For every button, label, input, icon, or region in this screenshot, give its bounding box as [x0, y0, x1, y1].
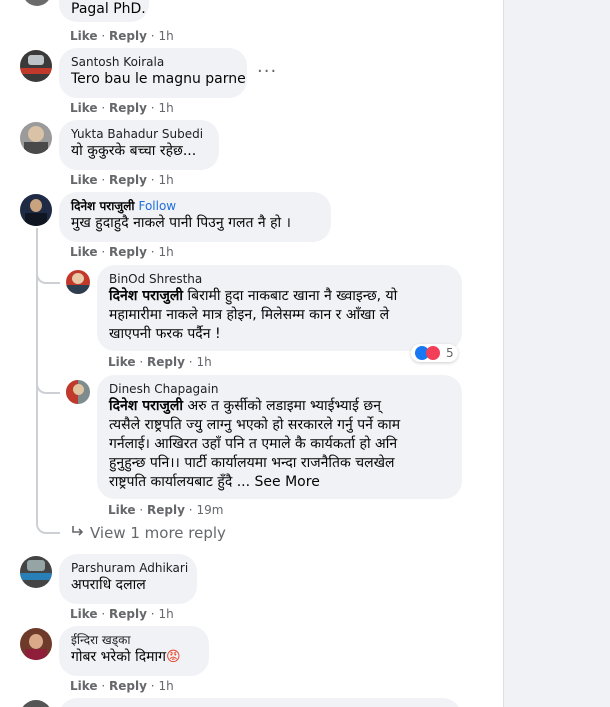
avatar[interactable]	[20, 50, 52, 82]
love-reaction-icon	[426, 346, 440, 360]
reaction-count: 5	[446, 346, 454, 360]
reply-text: त्यसैले राष्ट्रपति ज्यु लाग्नु भएको हो स…	[109, 417, 401, 433]
reply-bubble: Dinesh Chapagain दिनेश पराजुली अरु त कुर…	[97, 375, 462, 499]
reply-link[interactable]: Reply	[109, 29, 147, 43]
comment-bubble: Pagal PhD.	[59, 0, 149, 22]
like-link[interactable]: Like	[70, 607, 98, 621]
view-more-replies[interactable]: View 1 more reply	[70, 524, 226, 542]
commenter-name-link[interactable]: दिनेश पराजुली	[71, 199, 134, 213]
reaction-summary[interactable]: 5	[411, 344, 458, 362]
reply-text: राष्ट्रपति कार्यालयबाट हुँदै ... See Mor…	[109, 474, 320, 490]
comment-text: गोबर भरेको दिमाग😡	[71, 649, 181, 665]
reply-actions: Like · Reply · 1h	[108, 355, 212, 369]
comment-text: Pagal PhD.	[71, 1, 146, 17]
timestamp[interactable]: 19m	[196, 503, 223, 517]
reply-actions: Like · Reply · 19m	[108, 503, 224, 517]
reply-text: दिनेश पराजुली अरु त कुर्सीको लडाइमा भ्या…	[109, 398, 381, 414]
reply-text: गर्नलाई। आखिरत उहाँ पनि त एमाले कै कार्य…	[109, 436, 398, 452]
comment-actions: Like · Reply · 1h	[70, 245, 174, 259]
commenter-name[interactable]: Santosh Koirala	[71, 55, 235, 70]
like-link[interactable]: Like	[70, 29, 98, 43]
commenter-name[interactable]: Parshuram Adhikari	[71, 561, 188, 576]
commenter-name[interactable]: Yukta Bahadur Subedi	[71, 127, 207, 142]
reply-text: खाएपनी फरक पर्दैन !	[109, 326, 221, 342]
see-more-link[interactable]: See More	[255, 474, 320, 490]
thread-line	[36, 376, 60, 394]
timestamp[interactable]: 1h	[158, 245, 173, 259]
comment-text: Tero bau le magnu parne	[71, 71, 246, 87]
like-link[interactable]: Like	[108, 503, 136, 517]
comment-actions: Like · Reply · 1h	[70, 679, 174, 693]
comment-actions: Like · Reply · 1h	[70, 29, 174, 43]
avatar[interactable]	[66, 270, 90, 294]
more-options-icon[interactable]: ···	[257, 61, 277, 82]
reply-link[interactable]: Reply	[147, 355, 185, 369]
reply-arrow-icon	[72, 526, 84, 536]
avatar[interactable]	[20, 628, 52, 660]
reply-link[interactable]: Reply	[109, 173, 147, 187]
commenter-name[interactable]: ईन्दिरा खड्का	[71, 633, 197, 648]
comment-bubble: ईन्दिरा खड्का गोबर भरेको दिमाग😡	[59, 626, 209, 676]
comment-actions: Like · Reply · 1h	[70, 607, 174, 621]
angry-emoji: 😡	[166, 649, 181, 665]
commenter-name[interactable]: Dinesh Chapagain	[109, 382, 450, 397]
timestamp[interactable]: 1h	[196, 355, 211, 369]
thread-line	[36, 516, 60, 534]
comment-text: यो कुकुरके बच्चा रहेछ...	[71, 143, 197, 159]
timestamp[interactable]: 1h	[158, 607, 173, 621]
reply-link[interactable]: Reply	[147, 503, 185, 517]
reply-link[interactable]: Reply	[109, 679, 147, 693]
thread-line	[36, 266, 60, 284]
reply-text: महामारीमा नाकले मात्र होइन, मिलेसम्म कान…	[109, 307, 390, 323]
comment-text: मुख हुदाहुदै नाकले पानी पिउनु गलत नै हो …	[71, 215, 291, 231]
timestamp[interactable]: 1h	[158, 679, 173, 693]
comment-actions: Like · Reply · 1h	[70, 101, 174, 115]
timestamp[interactable]: 1h	[158, 173, 173, 187]
reply-text: हुनुहुन्छ पनि।। पार्टी कार्यालयमा भन्दा …	[109, 455, 395, 471]
comment-bubble: Yukta Bahadur Subedi यो कुकुरके बच्चा रह…	[59, 120, 219, 170]
comment-bubble: दिनेश पराजुली Follow मुख हुदाहुदै नाकले प…	[59, 192, 331, 242]
follow-button[interactable]: Follow	[138, 199, 176, 213]
mention-link[interactable]: दिनेश पराजुली	[109, 398, 183, 414]
mention-link[interactable]: दिनेश पराजुली	[109, 288, 183, 304]
commenter-name[interactable]: BinOd Shrestha	[109, 272, 450, 287]
reply-bubble: BinOd Shrestha दिनेश पराजुली बिरामी हुदा…	[97, 265, 462, 351]
comment-text: अपराधि दलाल	[71, 577, 146, 593]
reply-link[interactable]: Reply	[109, 101, 147, 115]
reply-link[interactable]: Reply	[109, 245, 147, 259]
like-link[interactable]: Like	[70, 173, 98, 187]
comment-bubble: Santosh Koirala Tero bau le magnu parne	[59, 48, 247, 98]
like-link[interactable]: Like	[70, 679, 98, 693]
timestamp[interactable]: 1h	[158, 101, 173, 115]
timestamp[interactable]: 1h	[158, 29, 173, 43]
avatar[interactable]	[20, 556, 52, 588]
like-link[interactable]: Like	[108, 355, 136, 369]
comment-bubble: Parshuram Adhikari अपराधि दलाल	[59, 554, 197, 604]
like-link[interactable]: Like	[70, 101, 98, 115]
reply-link[interactable]: Reply	[109, 607, 147, 621]
avatar[interactable]	[20, 122, 52, 154]
avatar[interactable]	[20, 700, 52, 707]
avatar[interactable]	[66, 380, 90, 404]
comments-panel: Pagal PhD. Like · Reply · 1h Santosh Koi…	[0, 0, 503, 707]
like-link[interactable]: Like	[70, 245, 98, 259]
right-sidebar	[503, 0, 610, 707]
comment-bubble	[59, 698, 461, 707]
reply-text: दिनेश पराजुली बिरामी हुदा नाकबाट खाना नै…	[109, 288, 398, 304]
commenter-name: दिनेश पराजुली Follow	[71, 199, 319, 214]
avatar[interactable]	[22, 0, 52, 6]
avatar[interactable]	[20, 194, 52, 226]
comment-actions: Like · Reply · 1h	[70, 173, 174, 187]
